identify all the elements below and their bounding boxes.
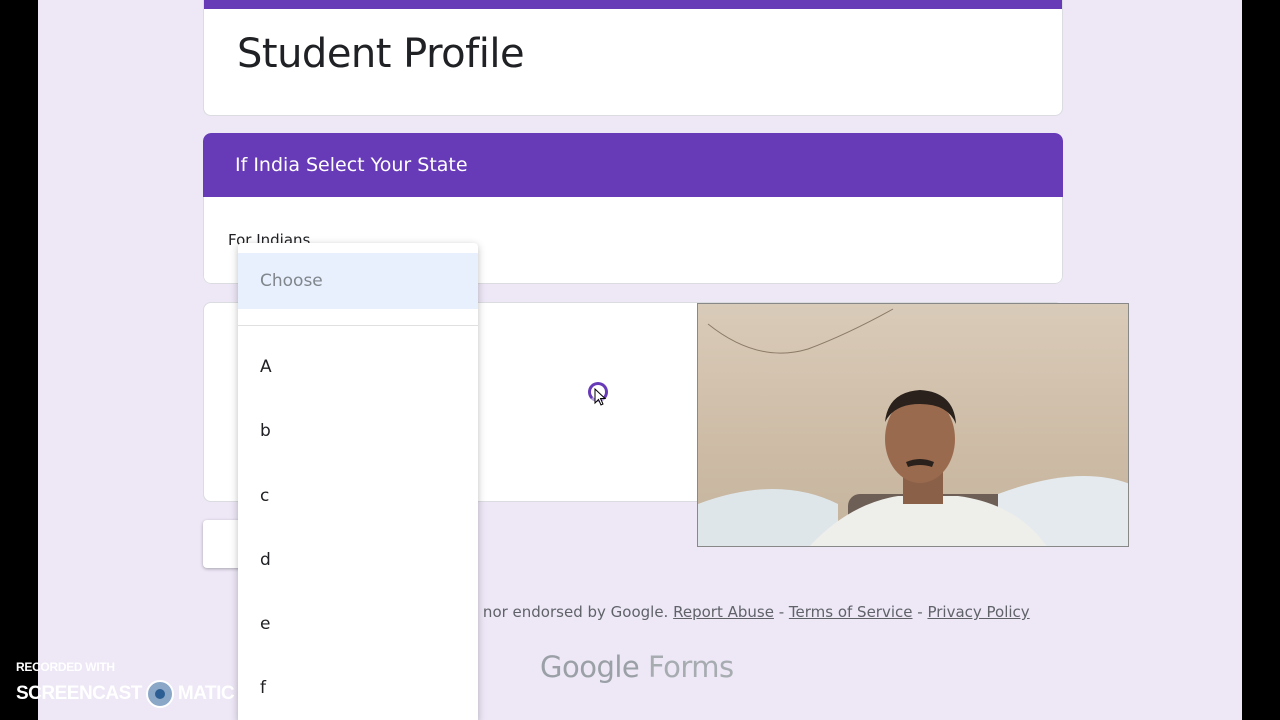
webcam-overlay bbox=[697, 303, 1129, 547]
dropdown-option[interactable]: e bbox=[238, 600, 478, 648]
footer-disclaimer: l nor endorsed by Google. Report Abuse -… bbox=[474, 603, 1030, 621]
dropdown-option-label: e bbox=[260, 614, 271, 634]
footer-text: l nor endorsed by Google. bbox=[474, 603, 669, 621]
dropdown-option[interactable]: A bbox=[238, 343, 478, 391]
record-dot-icon bbox=[145, 680, 174, 708]
dropdown-option-label: f bbox=[260, 678, 266, 698]
watermark-recorded-with: RECORDED WITH bbox=[16, 660, 115, 674]
dropdown-option[interactable]: c bbox=[238, 472, 478, 520]
watermark-brand-left: SCREENCAST bbox=[16, 683, 142, 705]
form-page: Student Profile If India Select Your Sta… bbox=[38, 0, 1242, 720]
dropdown-divider bbox=[238, 325, 478, 326]
dropdown-option-label: b bbox=[260, 421, 271, 441]
dropdown-option-label: c bbox=[260, 486, 270, 506]
logo-google-text: Google bbox=[540, 650, 640, 684]
title-accent-bar bbox=[204, 0, 1062, 9]
watermark-brand-right: MATIC bbox=[177, 683, 235, 705]
watermark-brand: SCREENCAST MATIC bbox=[16, 680, 235, 708]
dropdown-placeholder: Choose bbox=[260, 271, 323, 291]
screencastomatic-watermark: RECORDED WITH SCREENCAST MATIC bbox=[16, 660, 235, 708]
dropdown-option[interactable]: d bbox=[238, 536, 478, 584]
dropdown-option[interactable]: b bbox=[238, 407, 478, 455]
terms-of-service-link[interactable]: Terms of Service bbox=[789, 603, 913, 621]
footer-separator: - bbox=[773, 603, 789, 621]
section-header: If India Select Your State bbox=[203, 133, 1063, 197]
privacy-policy-link[interactable]: Privacy Policy bbox=[927, 603, 1029, 621]
state-dropdown-menu[interactable]: Choose A b c d e f bbox=[238, 243, 478, 720]
section-title: If India Select Your State bbox=[235, 154, 468, 176]
footer-separator: - bbox=[912, 603, 928, 621]
dropdown-option[interactable]: f bbox=[238, 664, 478, 712]
page-title: Student Profile bbox=[237, 31, 525, 77]
google-forms-logo[interactable]: Google Forms bbox=[540, 650, 734, 684]
report-abuse-link[interactable]: Report Abuse bbox=[673, 603, 774, 621]
title-card: Student Profile bbox=[203, 0, 1063, 116]
mouse-cursor-icon bbox=[594, 388, 607, 406]
dropdown-option-label: A bbox=[260, 357, 272, 377]
webcam-person-image bbox=[698, 308, 1128, 546]
dropdown-option-choose[interactable]: Choose bbox=[238, 253, 478, 309]
logo-forms-text: Forms bbox=[647, 650, 734, 684]
dropdown-option-label: d bbox=[260, 550, 271, 570]
